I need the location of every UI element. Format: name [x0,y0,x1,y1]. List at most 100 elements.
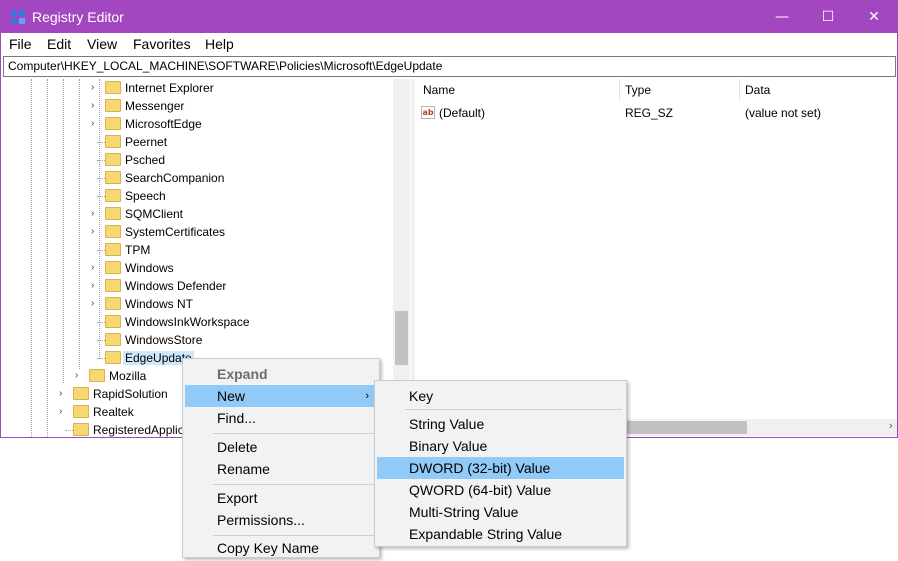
values-scroll-thumb[interactable] [625,421,747,434]
column-separator[interactable] [739,79,740,101]
folder-icon [105,333,121,346]
minimize-button[interactable]: — [759,1,805,33]
tree-item[interactable]: Psched [97,151,383,169]
submenu-item-binary-value[interactable]: Binary Value [377,435,624,457]
chevron-right-icon[interactable]: › [91,82,94,93]
close-button[interactable]: ✕ [851,1,897,33]
chevron-right-icon[interactable]: › [91,118,94,129]
menu-separator [405,409,622,410]
string-value-icon: ab [421,106,435,119]
column-header-data[interactable]: Data [745,83,770,97]
submenu-item-qword-value[interactable]: QWORD (64-bit) Value [377,479,624,501]
tree-item[interactable]: Speech [97,187,383,205]
chevron-right-icon[interactable]: › [91,280,94,291]
tree-item-label: SQMClient [125,207,184,221]
menu-item-copy-key-name[interactable]: Copy Key Name [185,537,377,559]
tree-item-label: RapidSolution [93,387,168,401]
folder-icon [105,279,121,292]
tree-item[interactable]: › MicrosoftEdge [91,115,383,133]
submenu-item-key[interactable]: Key [377,385,624,407]
tree-item[interactable]: › SystemCertificates [91,223,383,241]
title-bar[interactable]: Registry Editor — ☐ ✕ [1,1,897,33]
tree-scroll-thumb[interactable] [395,311,408,365]
menu-view[interactable]: View [87,36,117,52]
submenu-item-string-value[interactable]: String Value [377,413,624,435]
chevron-right-icon[interactable]: › [91,262,94,273]
folder-icon [105,261,121,274]
menu-favorites[interactable]: Favorites [133,36,191,52]
menu-file[interactable]: File [9,36,32,52]
tree-item-label: Psched [125,153,166,167]
column-header-name[interactable]: Name [423,83,455,97]
folder-icon [105,189,121,202]
column-separator[interactable] [619,79,620,101]
tree-item[interactable]: WindowsStore [97,331,383,349]
tree-item-label: Mozilla [109,369,147,383]
tree-item[interactable]: › Internet Explorer [91,79,383,97]
tree-item[interactable]: › Windows Defender [91,277,383,295]
menu-item-export[interactable]: Export [185,487,377,509]
tree-item[interactable]: › SQMClient [91,205,383,223]
folder-icon [105,297,121,310]
tree-item[interactable]: TPM [97,241,383,259]
chevron-right-icon[interactable]: › [59,388,62,399]
tree-item-label: Realtek [93,405,134,419]
tree-item[interactable]: WindowsInkWorkspace [97,313,383,331]
folder-icon [105,81,121,94]
menu-item-find[interactable]: Find... [185,407,377,429]
scroll-right-arrow-icon[interactable]: › [889,419,893,432]
value-name-cell: (Default) [439,106,486,120]
tree-item-label: Windows NT [125,297,194,311]
tree-item-label: WindowsStore [125,333,203,347]
context-menu: Expand New › Find... Delete Rename Expor… [182,358,380,558]
tree-item[interactable]: Peernet [97,133,383,151]
menu-bar: File Edit View Favorites Help [1,33,897,55]
tree-item[interactable]: › Messenger [91,97,383,115]
tree-guide-line [79,79,80,369]
tree-guide-line [97,196,105,197]
tree-guide-line [47,79,48,437]
new-submenu: Key String Value Binary Value DWORD (32-… [374,380,627,547]
chevron-right-icon[interactable]: › [91,208,94,219]
tree-guide-line [97,178,105,179]
chevron-right-icon[interactable]: › [75,370,78,381]
address-bar[interactable]: Computer\HKEY_LOCAL_MACHINE\SOFTWARE\Pol… [3,56,896,77]
tree-item[interactable]: SearchCompanion [97,169,383,187]
menu-item-permissions[interactable]: Permissions... [185,509,377,531]
menu-separator [213,535,375,536]
menu-item-expand[interactable]: Expand [185,363,377,385]
column-header-type[interactable]: Type [625,83,651,97]
tree-item-label: TPM [125,243,151,257]
menu-item-new[interactable]: New › [185,385,377,407]
tree-item[interactable]: › Windows NT [91,295,383,313]
tree-guide-line [99,79,100,359]
registry-editor-window: Registry Editor — ☐ ✕ File Edit View Fav… [0,0,898,438]
folder-icon [105,135,121,148]
tree-guide-line [31,79,32,437]
menu-item-rename[interactable]: Rename [185,458,377,480]
chevron-right-icon[interactable]: › [91,298,94,309]
tree-item[interactable]: › Windows [91,259,383,277]
tree-item-label: SystemCertificates [125,225,226,239]
tree-guide-line [97,340,105,341]
submenu-item-dword-value[interactable]: DWORD (32-bit) Value [377,457,624,479]
maximize-button[interactable]: ☐ [805,1,851,33]
tree-item-label: Peernet [125,135,168,149]
tree-item-label: Internet Explorer [125,81,214,95]
chevron-right-icon[interactable]: › [91,100,94,111]
menu-item-delete[interactable]: Delete [185,436,377,458]
menu-help[interactable]: Help [205,36,234,52]
submenu-item-expandable-string-value[interactable]: Expandable String Value [377,523,624,545]
chevron-right-icon[interactable]: › [91,226,94,237]
folder-icon [105,207,121,220]
folder-icon [105,351,121,364]
tree-guide-line [97,250,105,251]
menu-separator [213,433,375,434]
submenu-item-multi-string-value[interactable]: Multi-String Value [377,501,624,523]
folder-icon [89,369,105,382]
menu-edit[interactable]: Edit [47,36,71,52]
folder-icon [105,171,121,184]
menu-separator [213,484,375,485]
chevron-right-icon[interactable]: › [59,406,62,417]
tree-item-label: Messenger [125,99,185,113]
